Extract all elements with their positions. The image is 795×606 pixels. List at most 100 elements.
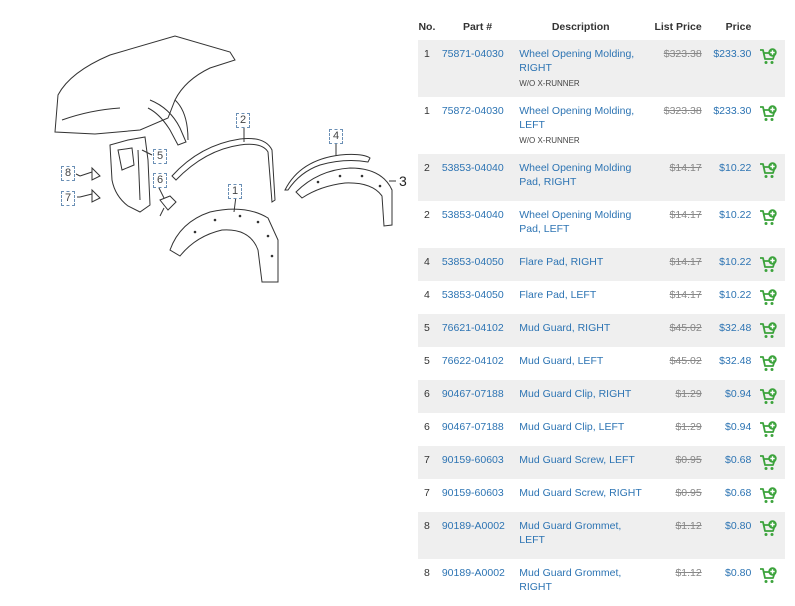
row-number: 5 — [424, 355, 430, 367]
sale-price: $0.94 — [725, 421, 752, 433]
description-link[interactable]: Mud Guard Grommet, LEFT — [519, 520, 642, 547]
part-number-link[interactable]: 76622-04102 — [436, 355, 513, 367]
sale-price: $233.30 — [713, 48, 752, 60]
add-to-cart-button[interactable] — [751, 289, 785, 306]
row-number: 7 — [424, 487, 430, 499]
add-to-cart-button[interactable] — [751, 322, 785, 339]
header-part: Part # — [462, 21, 493, 33]
description-link[interactable]: Flare Pad, RIGHT — [519, 256, 642, 270]
header-description: Description — [551, 21, 610, 33]
callout-3[interactable]: 3 — [399, 173, 407, 189]
add-to-cart-icon — [759, 289, 777, 306]
add-to-cart-button[interactable] — [751, 421, 785, 438]
table-row: 4 53853-04050 Flare Pad, LEFT $14.17 $10.22 — [418, 281, 785, 314]
add-to-cart-icon — [759, 105, 777, 122]
list-price: $1.29 — [675, 421, 702, 433]
add-to-cart-button[interactable] — [751, 388, 785, 405]
list-price: $323.38 — [663, 105, 702, 117]
description-cell: Flare Pad, LEFT — [513, 289, 646, 303]
table-row: 7 90159-60603 Mud Guard Screw, LEFT $0.95 $0… — [418, 446, 785, 479]
description-link[interactable]: Mud Guard, LEFT — [519, 355, 642, 369]
description-cell: Wheel Opening Molding Pad, RIGHT — [513, 162, 646, 189]
sale-price: $0.68 — [725, 487, 752, 499]
list-price: $45.02 — [669, 322, 702, 334]
description-link[interactable]: Wheel Opening Molding Pad, RIGHT — [519, 162, 642, 189]
header-no: No. — [418, 21, 436, 33]
callout-1[interactable]: 1 — [228, 184, 243, 199]
parts-table: No. Part # Description List Price Price … — [418, 14, 785, 606]
add-to-cart-icon — [759, 355, 777, 372]
description-link[interactable]: Flare Pad, LEFT — [519, 289, 642, 303]
part-number-link[interactable]: 76621-04102 — [436, 322, 513, 334]
add-to-cart-button[interactable] — [751, 567, 785, 584]
part-number-link[interactable]: 90159-60603 — [436, 487, 513, 499]
description-link[interactable]: Wheel Opening Molding Pad, LEFT — [519, 209, 642, 236]
fitment-note: W/O X-RUNNER — [519, 79, 580, 88]
row-number: 6 — [424, 388, 430, 400]
add-to-cart-icon — [759, 520, 777, 537]
callout-4[interactable]: 4 — [329, 129, 344, 144]
callout-5[interactable]: 5 — [153, 149, 168, 164]
sale-price: $0.94 — [725, 388, 752, 400]
add-to-cart-button[interactable] — [751, 520, 785, 537]
part-number-link[interactable]: 90159-60603 — [436, 454, 513, 466]
add-to-cart-button[interactable] — [751, 355, 785, 372]
part-number-link[interactable]: 90189-A0002 — [436, 520, 513, 532]
add-to-cart-icon — [759, 162, 777, 179]
list-price: $45.02 — [669, 355, 702, 367]
description-link[interactable]: Mud Guard Screw, LEFT — [519, 454, 642, 468]
add-to-cart-button[interactable] — [751, 454, 785, 471]
add-to-cart-button[interactable] — [751, 256, 785, 273]
exploded-view-drawing — [54, 35, 396, 283]
description-cell: Mud Guard Clip, LEFT — [513, 421, 646, 435]
add-to-cart-button[interactable] — [751, 487, 785, 504]
description-link[interactable]: Mud Guard, RIGHT — [519, 322, 642, 336]
description-cell: Mud Guard, LEFT — [513, 355, 646, 369]
callout-2[interactable]: 2 — [236, 113, 251, 128]
add-to-cart-button[interactable] — [751, 162, 785, 179]
part-number-link[interactable]: 53853-04040 — [436, 209, 513, 221]
part-number-link[interactable]: 90189-A0002 — [436, 567, 513, 579]
callout-6[interactable]: 6 — [153, 173, 168, 188]
row-number: 6 — [424, 421, 430, 433]
row-number: 4 — [424, 256, 430, 268]
description-cell: Mud Guard Clip, RIGHT — [513, 388, 646, 402]
list-price: $1.12 — [675, 567, 702, 579]
part-number-link[interactable]: 90467-07188 — [436, 388, 513, 400]
row-number: 8 — [424, 520, 430, 532]
table-row: 7 90159-60603 Mud Guard Screw, RIGHT $0.95 $… — [418, 479, 785, 512]
sale-price: $0.80 — [725, 567, 752, 579]
callout-7[interactable]: 7 — [61, 191, 76, 206]
description-link[interactable]: Mud Guard Grommet, RIGHT — [519, 567, 642, 594]
add-to-cart-button[interactable] — [751, 105, 785, 122]
part-number-link[interactable]: 53853-04050 — [436, 256, 513, 268]
part-number-link[interactable]: 90467-07188 — [436, 421, 513, 433]
row-number: 1 — [424, 48, 430, 60]
description-link[interactable]: Mud Guard Clip, LEFT — [519, 421, 642, 435]
list-price: $323.38 — [663, 48, 702, 60]
list-price: $0.95 — [675, 487, 702, 499]
part-number-link[interactable]: 75872-04030 — [436, 105, 513, 117]
description-link[interactable]: Mud Guard Clip, RIGHT — [519, 388, 642, 402]
description-link[interactable]: Mud Guard Screw, RIGHT — [519, 487, 642, 501]
description-link[interactable]: Wheel Opening Molding, LEFT — [519, 105, 642, 132]
add-to-cart-icon — [759, 209, 777, 226]
add-to-cart-icon — [759, 454, 777, 471]
header-list-price: List Price — [654, 21, 702, 33]
add-to-cart-icon — [759, 256, 777, 273]
part-number-link[interactable]: 53853-04040 — [436, 162, 513, 174]
add-to-cart-button[interactable] — [751, 209, 785, 226]
description-link[interactable]: Wheel Opening Molding, RIGHT — [519, 48, 642, 75]
part-number-link[interactable]: 75871-04030 — [436, 48, 513, 60]
callout-8[interactable]: 8 — [61, 166, 76, 181]
add-to-cart-icon — [759, 388, 777, 405]
row-number: 2 — [424, 209, 430, 221]
row-number: 7 — [424, 454, 430, 466]
sale-price: $233.30 — [713, 105, 752, 117]
table-row: 6 90467-07188 Mud Guard Clip, RIGHT $1.29 $0… — [418, 380, 785, 413]
table-row: 1 75871-04030 Wheel Opening Molding, RIGHT… — [418, 40, 785, 97]
add-to-cart-button[interactable] — [751, 48, 785, 65]
description-cell: Mud Guard Screw, RIGHT — [513, 487, 646, 501]
part-number-link[interactable]: 53853-04050 — [436, 289, 513, 301]
sale-price: $0.68 — [725, 454, 752, 466]
